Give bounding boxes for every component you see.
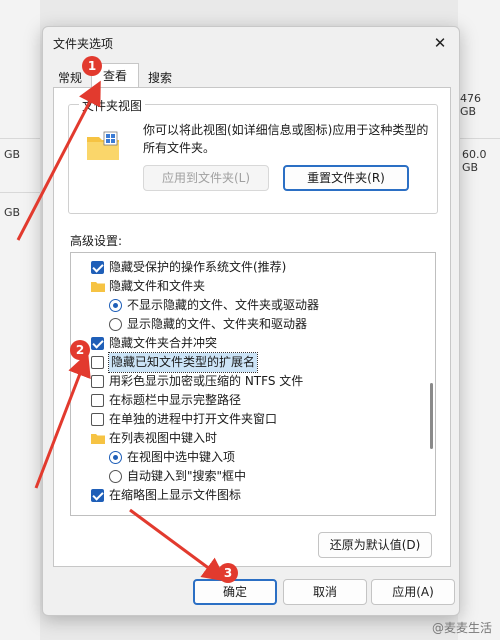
advanced-setting-row[interactable]: 不显示隐藏的文件、文件夹或驱动器 [71, 296, 411, 315]
advanced-setting-row[interactable]: 用彩色显示加密或压缩的 NTFS 文件 [71, 372, 411, 391]
folder-view-icon [87, 131, 119, 160]
setting-checkbox[interactable] [91, 356, 104, 369]
advanced-setting-row: 在列表视图中键入时 [71, 429, 411, 448]
setting-label: 隐藏文件夹合并冲突 [109, 336, 218, 350]
advanced-setting-row[interactable]: 在视图中选中键入项 [71, 448, 411, 467]
step-badge-3: 3 [218, 563, 238, 583]
bg-divider [0, 192, 40, 193]
folder-icon [91, 282, 105, 292]
ok-button[interactable]: 确定 [193, 579, 277, 605]
setting-checkbox[interactable] [91, 337, 104, 350]
bg-divider [0, 138, 40, 139]
step-badge-1: 1 [82, 56, 102, 76]
bg-drive-size: 60.0 GB [462, 148, 487, 174]
setting-label: 在单独的进程中打开文件夹窗口 [109, 412, 278, 426]
setting-label: 隐藏文件和文件夹 [109, 279, 206, 293]
bg-drive-size: 476 GB [460, 92, 481, 118]
folder-views-label: 文件夹视图 [79, 97, 146, 114]
close-icon[interactable]: ✕ [427, 31, 453, 55]
setting-label: 在视图中选中键入项 [127, 450, 236, 464]
advanced-setting-row: 隐藏文件和文件夹 [71, 277, 411, 296]
cancel-button[interactable]: 取消 [283, 579, 367, 605]
folder-views-group: 文件夹视图 你可以将此视图(如详细信息或图标)应用于这种类型的所有文件夹。 应用… [68, 97, 438, 214]
advanced-settings-label: 高级设置: [70, 234, 123, 248]
background-window-left [0, 0, 40, 640]
setting-label: 用彩色显示加密或压缩的 NTFS 文件 [109, 374, 304, 388]
setting-label: 在标题栏中显示完整路径 [109, 393, 242, 407]
list-scrollbar[interactable] [430, 383, 433, 449]
setting-label: 隐藏受保护的操作系统文件(推荐) [109, 260, 287, 274]
setting-checkbox[interactable] [91, 394, 104, 407]
advanced-setting-row[interactable]: 显示隐藏的文件、文件夹和驱动器 [71, 315, 411, 334]
setting-radio[interactable] [109, 318, 122, 331]
advanced-setting-row[interactable]: 隐藏受保护的操作系统文件(推荐) [71, 258, 411, 277]
setting-radio[interactable] [109, 470, 122, 483]
setting-checkbox[interactable] [91, 375, 104, 388]
advanced-settings-list[interactable]: 隐藏受保护的操作系统文件(推荐) 隐藏文件和文件夹不显示隐藏的文件、文件夹或驱动器… [70, 252, 436, 516]
watermark: @麦麦生活 [431, 621, 492, 635]
setting-radio[interactable] [109, 299, 122, 312]
setting-label: 自动键入到"搜索"框中 [127, 469, 247, 483]
dialog-titlebar[interactable]: 文件夹选项 ✕ [43, 27, 459, 61]
restore-defaults-button[interactable]: 还原为默认值(D) [318, 532, 432, 558]
advanced-setting-row[interactable]: 隐藏已知文件类型的扩展名 [71, 352, 411, 373]
bg-drive-size: GB [4, 206, 21, 219]
view-tab-panel: 文件夹视图 你可以将此视图(如详细信息或图标)应用于这种类型的所有文件夹。 应用… [53, 87, 451, 567]
bg-drive-size: GB [4, 148, 21, 161]
setting-checkbox[interactable] [91, 413, 104, 426]
folder-icon [91, 434, 105, 444]
advanced-setting-row[interactable]: 在单独的进程中打开文件夹窗口 [71, 410, 411, 429]
folder-views-description: 你可以将此视图(如详细信息或图标)应用于这种类型的所有文件夹。 [143, 123, 429, 155]
setting-label: 不显示隐藏的文件、文件夹或驱动器 [127, 298, 320, 312]
setting-label: 隐藏已知文件类型的扩展名 [107, 352, 259, 373]
setting-checkbox[interactable] [91, 261, 104, 274]
dialog-title: 文件夹选项 [53, 37, 114, 51]
setting-label: 显示隐藏的文件、文件夹和驱动器 [127, 317, 308, 331]
apply-button[interactable]: 应用(A) [371, 579, 455, 605]
advanced-setting-row[interactable]: 自动键入到"搜索"框中 [71, 467, 411, 486]
advanced-setting-row[interactable]: 在缩略图上显示文件图标 [71, 486, 411, 505]
tab-search[interactable]: 搜索 [143, 65, 177, 87]
step-badge-2: 2 [70, 340, 90, 360]
advanced-setting-row[interactable]: 在标题栏中显示完整路径 [71, 391, 411, 410]
apply-to-folders-button[interactable]: 应用到文件夹(L) [143, 165, 269, 191]
reset-folders-button[interactable]: 重置文件夹(R) [283, 165, 409, 191]
advanced-setting-row[interactable]: 隐藏文件夹合并冲突 [71, 334, 411, 353]
setting-radio[interactable] [109, 451, 122, 464]
folder-options-dialog: 文件夹选项 ✕ 常规 查看 搜索 文件夹视图 你可以将此视图(如详细信息或图标)… [42, 26, 460, 616]
bg-divider [458, 138, 500, 139]
setting-label: 在列表视图中键入时 [109, 431, 218, 445]
setting-label: 在缩略图上显示文件图标 [109, 488, 242, 502]
setting-checkbox[interactable] [91, 489, 104, 502]
